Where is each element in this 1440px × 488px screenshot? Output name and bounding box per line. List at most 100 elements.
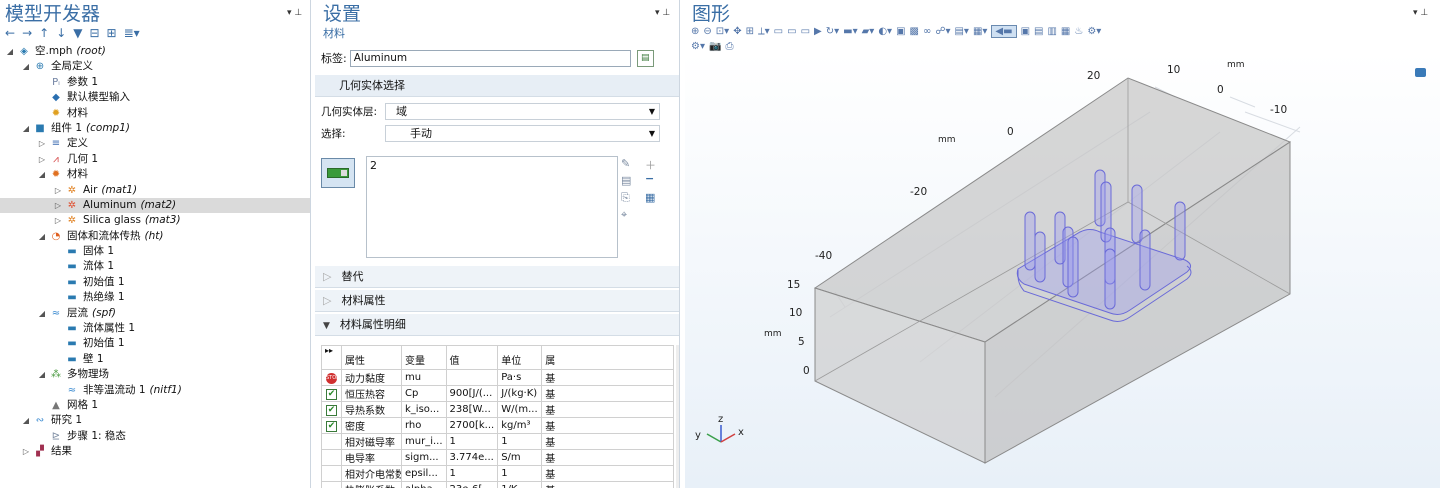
tree-item[interactable]: ▬ 流体属性 1 xyxy=(0,321,310,336)
zoom-out-icon[interactable]: ⊖ xyxy=(703,26,711,37)
comment-icon[interactable]: ▤ xyxy=(636,49,654,67)
tree-item[interactable]: ✹ 材料 xyxy=(0,106,310,121)
pan-icon[interactable]: ✥ xyxy=(733,26,741,37)
remove-icon[interactable]: − xyxy=(645,172,654,185)
expand-arrow-icon[interactable]: ▷ xyxy=(52,213,64,228)
expand-columns-icon[interactable]: ▸▸ xyxy=(321,345,342,370)
rotate-icon[interactable]: ↻▾ xyxy=(826,26,839,37)
zoom-extents-icon[interactable]: ⊞ xyxy=(746,26,754,37)
collapse-icon[interactable]: ⊟ xyxy=(89,26,99,40)
column-header[interactable]: 属性 xyxy=(341,345,402,370)
graphics-canvas[interactable]: 20 10 0 -10 mm 0 -20 -40 mm 15 10 5 0 mm… xyxy=(685,52,1440,488)
collapse-arrow-icon[interactable]: ◢ xyxy=(36,306,48,321)
expand-arrow-icon[interactable]: ▷ xyxy=(36,136,48,151)
print-icon[interactable]: ⎙ xyxy=(725,41,733,52)
settings-panel-menu-icon[interactable]: ▾ ⊥ xyxy=(655,8,670,18)
reset-icon[interactable]: ⚙▾ xyxy=(691,41,705,52)
tree-item[interactable]: ◢ ∾ 研究 1 xyxy=(0,413,310,428)
tree-item[interactable]: ◢ ⁂ 多物理场 xyxy=(0,367,310,382)
view-xy-icon[interactable]: ▭ xyxy=(774,26,783,37)
selection-list-item[interactable]: 2 xyxy=(370,159,614,172)
tree-item[interactable]: ◢ ■ 组件 1 (comp1) xyxy=(0,121,310,136)
tree-item[interactable]: ▲ 网格 1 xyxy=(0,398,310,413)
table-scrollbar[interactable] xyxy=(676,345,679,488)
override-section-header[interactable]: ▷ 替代 xyxy=(315,266,679,288)
create-selection-icon[interactable]: ⌖ xyxy=(621,208,627,222)
expand-arrow-icon[interactable]: ▷ xyxy=(20,444,32,459)
show-icon[interactable]: ☍▾ xyxy=(935,26,950,37)
collapse-arrow-icon[interactable]: ◢ xyxy=(36,367,48,382)
tree-item[interactable]: ⊵ 步骤 1: 稳态 xyxy=(0,429,310,444)
table-row[interactable]: ✔ 导热系数 k_iso... 238[W... W/(m... 基 xyxy=(321,401,674,418)
settings-icon[interactable]: ⚙▾ xyxy=(1087,26,1101,37)
tree-item[interactable]: ▷ ▞ 结果 xyxy=(0,444,310,459)
collapse-arrow-icon[interactable]: ◢ xyxy=(4,44,16,59)
hide-icon[interactable]: ∞ xyxy=(923,26,931,37)
mesh-toggle-icon[interactable]: ▦ xyxy=(1061,26,1070,37)
collapse-arrow-icon[interactable]: ◢ xyxy=(20,59,32,74)
axis-toggle-icon[interactable]: ▤ xyxy=(1034,26,1043,37)
expand-arrow-icon[interactable]: ▷ xyxy=(52,198,64,213)
tree-item[interactable]: ◢ ⊕ 全局定义 xyxy=(0,59,310,74)
zoom-box-icon[interactable]: ⊡▾ xyxy=(716,26,729,37)
tree-item[interactable]: ▬ 流体 1 xyxy=(0,259,310,274)
tree-item[interactable]: ▬ 初始值 1 xyxy=(0,336,310,351)
tree-item[interactable]: ▷ ✲ Aluminum (mat2) xyxy=(0,197,310,214)
view-axis-icon[interactable]: ⟂▾ xyxy=(758,26,770,37)
forward-icon[interactable]: → xyxy=(22,26,32,40)
copy-selection-icon[interactable]: ▤ xyxy=(621,174,631,187)
view-options-icon[interactable]: ▤▾ xyxy=(954,26,968,37)
tree-options-icon[interactable]: ≣▾ xyxy=(124,26,140,40)
snapshot-icon[interactable]: 📷 xyxy=(709,41,721,52)
tree-item[interactable]: ▷ ⩘ 几何 1 xyxy=(0,152,310,167)
material-contents-section-header[interactable]: ▼ 材料属性明细 xyxy=(315,314,679,336)
clear-selection-icon[interactable]: ▩ xyxy=(910,26,919,37)
selection-list[interactable]: 2 xyxy=(366,156,618,258)
tree-item[interactable]: ▬ 初始值 1 xyxy=(0,275,310,290)
tree-item[interactable]: ◆ 默认模型输入 xyxy=(0,90,310,105)
view-yz-icon[interactable]: ▭ xyxy=(787,26,796,37)
edges-toggle-icon[interactable]: ▥ xyxy=(1047,26,1056,37)
grid-toggle-icon[interactable]: ▣ xyxy=(1021,26,1030,37)
collapse-arrow-icon[interactable]: ◢ xyxy=(20,413,32,428)
view-indicator-icon[interactable] xyxy=(1415,68,1426,77)
tree-item[interactable]: ▬ 热绝缘 1 xyxy=(0,290,310,305)
table-row[interactable]: 相对介电常数 epsil... 1 1 基 xyxy=(321,465,674,482)
panel-menu-icon[interactable]: ▾ ⊥ xyxy=(287,8,302,18)
zoom-to-selection-icon[interactable]: ▦ xyxy=(645,191,655,204)
geometric-entity-section-header[interactable]: 几何实体选择 xyxy=(315,75,679,97)
paste-selection-icon[interactable]: ✎ xyxy=(621,157,630,170)
table-row[interactable]: 相对磁导率 mur_i... 1 1 基 xyxy=(321,433,674,450)
view-zx-icon[interactable]: ▭ xyxy=(801,26,810,37)
move-down-icon[interactable]: ↓ xyxy=(56,26,66,40)
label-input[interactable]: Aluminum xyxy=(349,49,631,67)
collapse-arrow-icon[interactable]: ◢ xyxy=(20,121,32,136)
material-properties-section-header[interactable]: ▷ 材料属性 xyxy=(315,290,679,312)
column-header[interactable]: 属 xyxy=(541,345,674,370)
tree-item[interactable]: ▬ 固体 1 xyxy=(0,244,310,259)
zoom-in-icon[interactable]: ⊕ xyxy=(691,26,699,37)
expand-arrow-icon[interactable]: ▷ xyxy=(36,152,48,167)
tree-item[interactable]: ◢ ✹ 材料 xyxy=(0,167,310,182)
selection-select[interactable]: 手动 ▼ xyxy=(385,125,660,142)
tree-item[interactable]: ≈ 非等温流动 1 (nitf1) xyxy=(0,383,310,398)
column-header[interactable]: 变量 xyxy=(401,345,447,370)
tree-item[interactable]: ◢ ≈ 层流 (spf) xyxy=(0,306,310,321)
render-mode-icon[interactable]: ▰▾ xyxy=(862,26,875,37)
table-row[interactable]: 电导率 sigm... 3.774e... S/m 基 xyxy=(321,449,674,466)
scene-light-icon[interactable]: ▦▾ xyxy=(973,26,987,37)
expand-arrow-icon[interactable]: ▷ xyxy=(52,183,64,198)
tree-item[interactable]: ▷ ≡ 定义 xyxy=(0,136,310,151)
clear-selection-icon[interactable]: ⎘ xyxy=(621,191,630,205)
tree-item[interactable]: ◢ ◈ 空.mph (root) xyxy=(0,44,310,59)
collapse-arrow-icon[interactable]: ◢ xyxy=(36,229,48,244)
table-row[interactable]: 热膨胀系数alpha...23e-6[...1/K基 xyxy=(321,481,674,488)
table-row[interactable]: ✔ 恒压热容 Cp 900[J/(... J/(kg·K) 基 xyxy=(321,385,674,402)
tree-item[interactable]: ▷ ✲ Air (mat1) xyxy=(0,183,310,198)
table-row[interactable]: STOP 动力黏度 mu Pa·s 基 xyxy=(321,369,674,386)
column-header[interactable]: 单位 xyxy=(497,345,543,370)
column-header[interactable]: 值 xyxy=(445,345,499,370)
expand-icon[interactable]: ⊞ xyxy=(107,26,117,40)
tree-item[interactable]: ▷ ✲ Silica glass (mat3) xyxy=(0,213,310,228)
filter-icon[interactable]: ▼ xyxy=(73,26,82,40)
